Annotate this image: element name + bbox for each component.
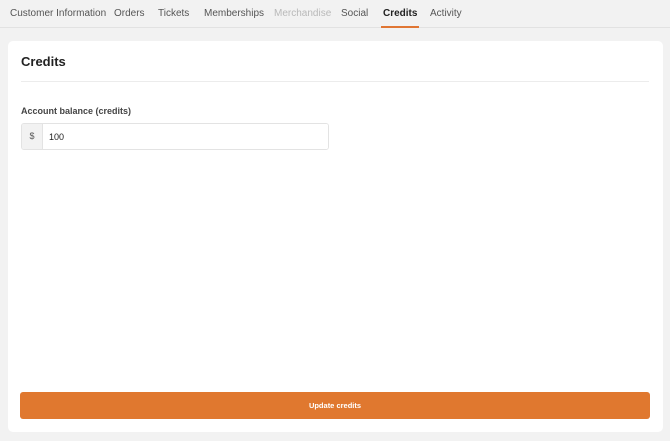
tab-tickets[interactable]: Tickets [158, 0, 189, 28]
account-balance-input-group: $ [21, 123, 329, 150]
tab-merchandise: Merchandise [274, 8, 332, 19]
tab-bar: Customer Information Orders Tickets Memb… [0, 0, 670, 28]
currency-prefix: $ [22, 124, 43, 149]
page-title: Credits [21, 54, 66, 69]
tab-customer-information[interactable]: Customer Information [10, 0, 106, 28]
account-balance-label: Account balance (credits) [21, 106, 132, 116]
tab-orders[interactable]: Orders [114, 0, 145, 28]
credits-card: Credits Account balance (credits) $ Upda… [8, 41, 663, 432]
title-divider [21, 81, 649, 82]
account-balance-input[interactable] [43, 124, 328, 149]
tab-activity[interactable]: Activity [430, 0, 462, 28]
tab-social[interactable]: Social [341, 0, 368, 28]
tab-credits[interactable]: Credits [380, 0, 420, 28]
update-credits-button[interactable]: Update credits [20, 392, 650, 419]
tab-memberships[interactable]: Memberships [204, 0, 264, 28]
